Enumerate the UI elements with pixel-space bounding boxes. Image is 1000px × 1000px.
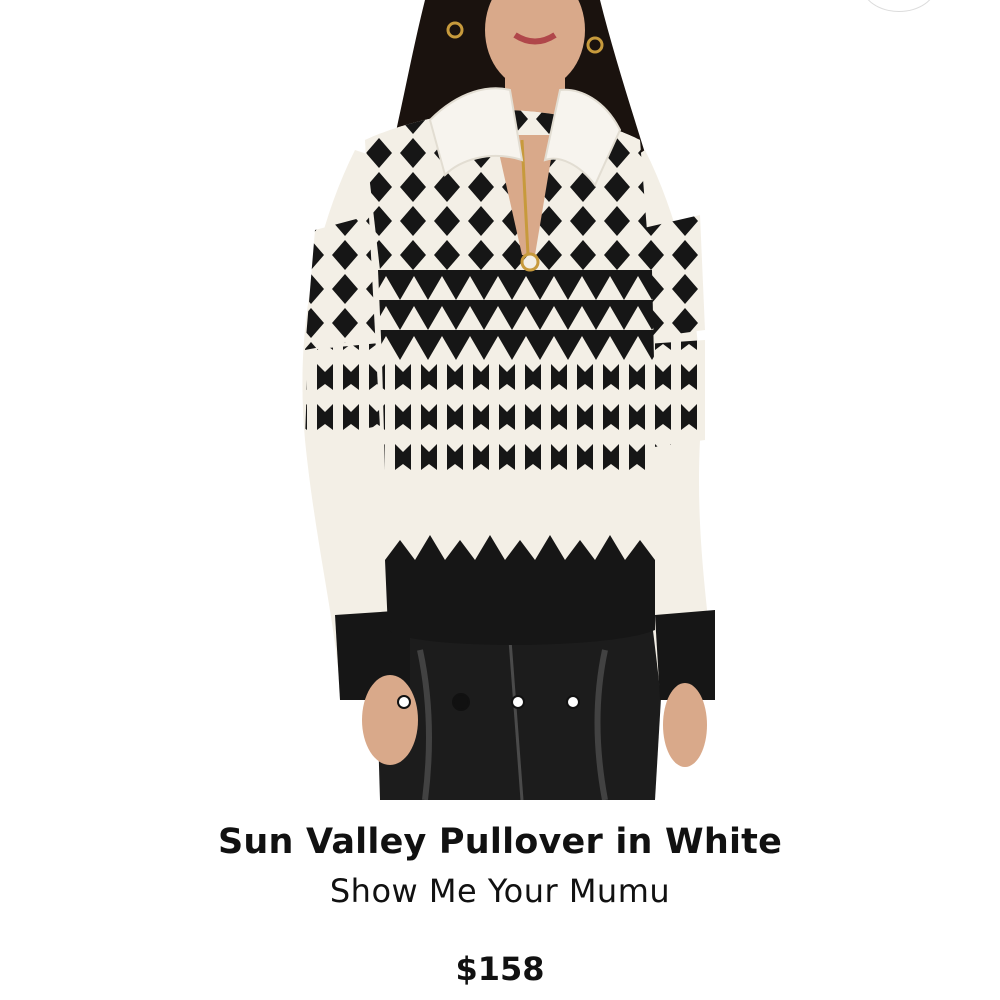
product-title: Sun Valley Pullover in White bbox=[217, 822, 783, 862]
carousel-dot-active[interactable] bbox=[452, 693, 470, 711]
close-button[interactable] bbox=[862, 0, 936, 12]
product-page: Sun Valley Pullover in White Show Me You… bbox=[0, 0, 1000, 1000]
carousel-dot[interactable] bbox=[511, 695, 525, 709]
product-image[interactable] bbox=[260, 0, 740, 800]
product-brand[interactable]: Show Me Your Mumu bbox=[0, 872, 1000, 910]
carousel-dot[interactable] bbox=[566, 695, 580, 709]
product-price: $158 bbox=[455, 950, 545, 988]
carousel-dots bbox=[397, 691, 607, 713]
carousel-dot[interactable] bbox=[397, 695, 411, 709]
